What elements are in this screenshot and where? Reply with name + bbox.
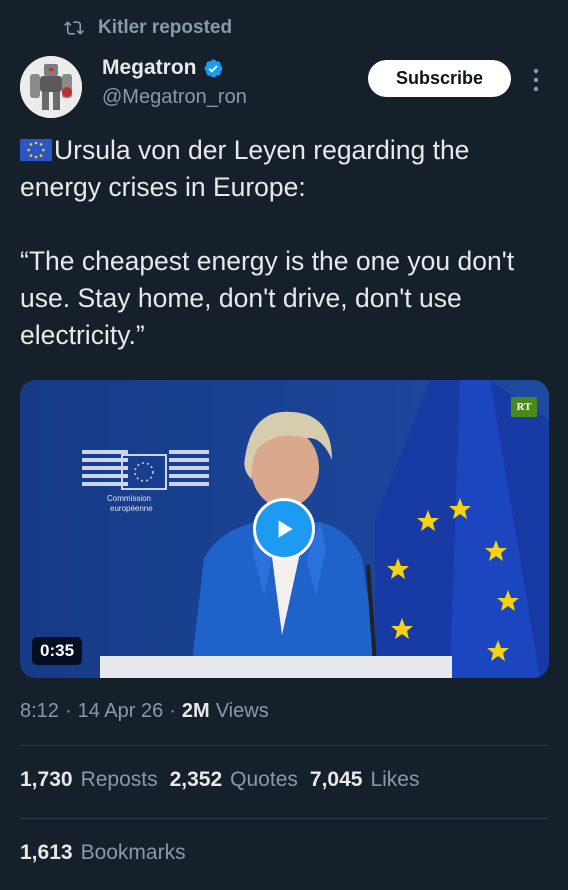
- left-banner-line1: Commission: [107, 494, 151, 503]
- author-name[interactable]: Megatron: [102, 56, 197, 80]
- play-icon: [278, 520, 293, 538]
- tweet-quote: “The cheapest energy is the one you don'…: [20, 246, 522, 350]
- bookmarks-stat[interactable]: 1,613 Bookmarks: [20, 841, 186, 865]
- tweet-date[interactable]: 14 Apr 26: [78, 700, 164, 723]
- likes-stat[interactable]: 7,045 Likes: [310, 768, 420, 792]
- reposts-count: 1,730: [20, 768, 73, 791]
- likes-label: Likes: [370, 768, 420, 791]
- tweet-meta: 8:12 · 14 Apr 26 · 2M Views: [20, 700, 269, 723]
- play-button[interactable]: [253, 498, 315, 560]
- bookmarks-label: Bookmarks: [80, 841, 186, 864]
- video-player[interactable]: Commission européenne uropean ommission …: [20, 380, 549, 678]
- divider: [20, 745, 548, 746]
- tweet-line1: Ursula von der Leyen regarding the energ…: [20, 135, 477, 202]
- divider: [20, 818, 548, 819]
- more-options-icon[interactable]: [528, 66, 544, 94]
- video-duration: 0:35: [32, 637, 83, 665]
- quotes-stat[interactable]: 2,352 Quotes: [170, 768, 298, 792]
- left-banner-line2: européenne: [110, 504, 153, 513]
- quotes-label: Quotes: [230, 768, 298, 791]
- repost-text: Kitler reposted: [98, 17, 233, 38]
- eu-flag-emoji: [20, 139, 52, 161]
- bookmarks-count: 1,613: [20, 841, 73, 864]
- views-label: Views: [215, 700, 269, 722]
- repost-icon: [64, 21, 84, 35]
- meta-separator: ·: [64, 700, 72, 722]
- views-count: 2M: [181, 700, 210, 722]
- quotes-count: 2,352: [169, 768, 223, 791]
- tweet-time[interactable]: 8:12: [20, 700, 59, 723]
- meta-separator: ·: [169, 700, 176, 722]
- engagement-stats: 1,730 Reposts 2,352 Quotes 7,045 Likes: [20, 768, 419, 792]
- channel-badge: RT: [511, 397, 537, 417]
- author-block[interactable]: Megatron @Megatron_ron: [102, 56, 247, 109]
- subscribe-button[interactable]: Subscribe: [368, 60, 511, 97]
- author-handle[interactable]: @Megatron_ron: [102, 86, 247, 109]
- reposts-label: Reposts: [80, 768, 158, 791]
- avatar-image: [20, 56, 82, 118]
- tweet-text: Ursula von der Leyen regarding the energ…: [20, 132, 550, 354]
- repost-header[interactable]: Kitler reposted: [64, 16, 232, 40]
- verified-badge-icon: [204, 59, 222, 77]
- avatar[interactable]: [20, 56, 82, 118]
- likes-count: 7,045: [309, 768, 363, 791]
- reposts-stat[interactable]: 1,730 Reposts: [20, 768, 158, 792]
